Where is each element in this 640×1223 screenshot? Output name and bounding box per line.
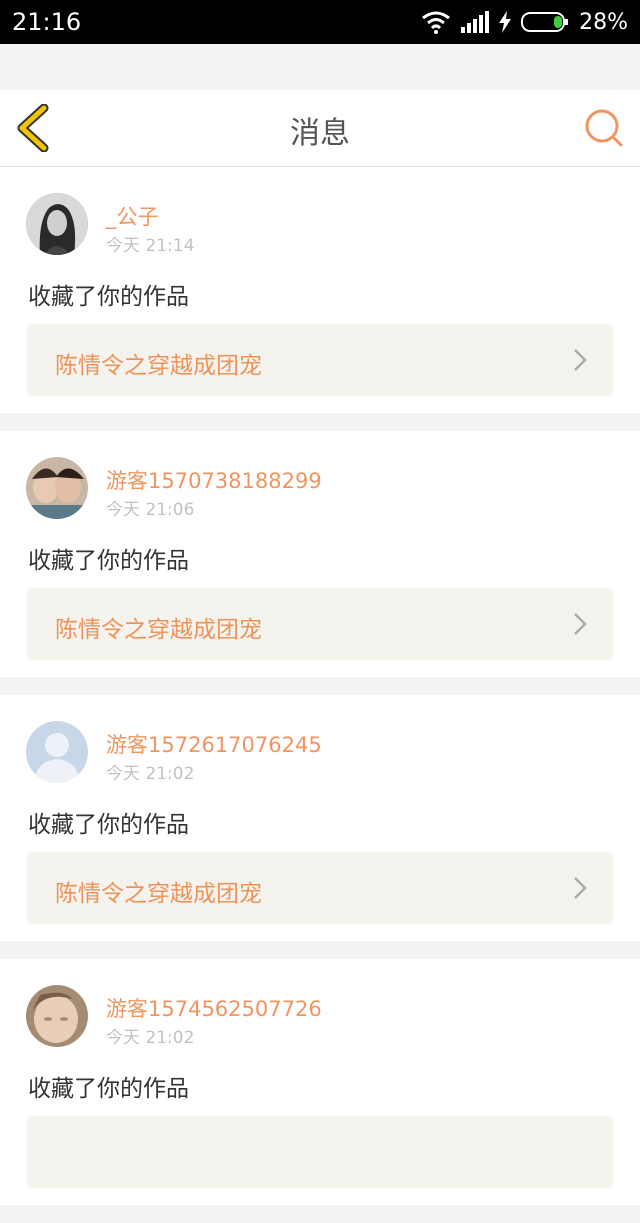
chevron-right-icon — [574, 349, 587, 371]
username[interactable]: 游客1572617076245 — [106, 729, 322, 759]
message-time: 今天 21:02 — [106, 1028, 195, 1048]
action-text: 收藏了你的作品 — [28, 1076, 189, 1102]
message-list: _公子 今天 21:14 收藏了你的作品 陈情令之穿越成团宠 游客1570738… — [0, 167, 640, 1223]
battery-icon — [521, 12, 569, 32]
username[interactable]: 游客1570738188299 — [106, 465, 322, 495]
chevron-right-icon — [574, 877, 587, 899]
avatar[interactable] — [26, 721, 88, 783]
work-link[interactable]: 陈情令之穿越成团宠 — [27, 324, 613, 396]
chevron-right-icon — [574, 613, 587, 635]
search-icon[interactable] — [584, 108, 624, 148]
work-title: 陈情令之穿越成团宠 — [55, 881, 262, 907]
signal-icon — [461, 11, 490, 33]
avatar[interactable] — [26, 985, 88, 1047]
work-title: 陈情令之穿越成团宠 — [55, 617, 262, 643]
charging-icon — [499, 11, 512, 33]
status-time: 21:16 — [12, 8, 82, 36]
wifi-icon — [422, 11, 451, 34]
work-link[interactable] — [27, 1116, 613, 1188]
message-time: 今天 21:06 — [106, 500, 195, 520]
page-title: 消息 — [290, 116, 350, 151]
status-right: 28% — [421, 8, 628, 36]
action-text: 收藏了你的作品 — [28, 284, 189, 310]
battery-percent: 28% — [579, 9, 628, 35]
username[interactable]: _公子 — [106, 201, 159, 231]
nav-bar: 消息 — [0, 90, 640, 167]
action-text: 收藏了你的作品 — [28, 812, 189, 838]
work-title: 陈情令之穿越成团宠 — [55, 353, 262, 379]
message-time: 今天 21:02 — [106, 764, 195, 784]
message-card: _公子 今天 21:14 收藏了你的作品 陈情令之穿越成团宠 — [0, 167, 640, 413]
message-card: 游客1574562507726 今天 21:02 收藏了你的作品 — [0, 959, 640, 1205]
work-link[interactable]: 陈情令之穿越成团宠 — [27, 588, 613, 660]
work-link[interactable]: 陈情令之穿越成团宠 — [27, 852, 613, 924]
avatar[interactable] — [26, 193, 88, 255]
message-time: 今天 21:14 — [106, 236, 195, 256]
message-card: 游客1572617076245 今天 21:02 收藏了你的作品 陈情令之穿越成… — [0, 695, 640, 941]
status-bar: 21:16 28% — [0, 0, 640, 44]
avatar[interactable] — [26, 457, 88, 519]
username[interactable]: 游客1574562507726 — [106, 993, 322, 1023]
action-text: 收藏了你的作品 — [28, 548, 189, 574]
message-card: 游客1570738188299 今天 21:06 收藏了你的作品 陈情令之穿越成… — [0, 431, 640, 677]
